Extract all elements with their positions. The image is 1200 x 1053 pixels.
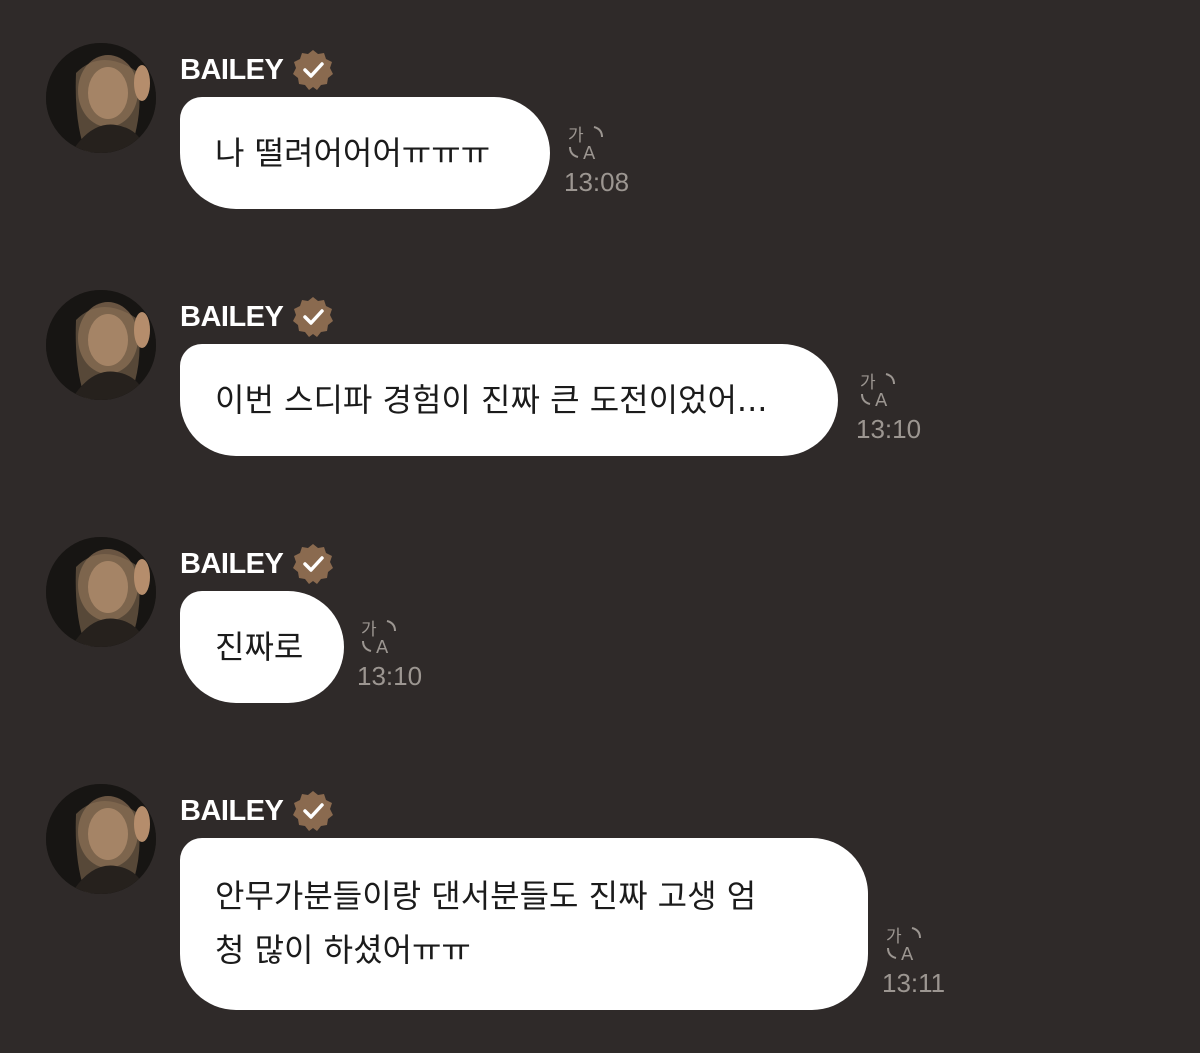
sender-name[interactable]: BAILEY [180, 795, 284, 828]
translate-icon[interactable]: 가 A [359, 617, 399, 657]
avatar[interactable] [46, 290, 156, 400]
sender-row: BAILEY [180, 295, 335, 339]
avatar[interactable] [46, 784, 156, 894]
message-time: 13:11 [882, 968, 946, 998]
message-time: 13:10 [856, 414, 922, 444]
avatar-photo [46, 784, 156, 894]
sender-row: BAILEY [180, 48, 335, 92]
svg-text:A: A [583, 143, 596, 163]
message-text-line: 안무가분들이랑 댄서분들도 진짜 고생 엄 [215, 877, 757, 915]
avatar[interactable] [46, 537, 156, 647]
message-meta: 가 A 13:10 [357, 617, 437, 692]
sender-name[interactable]: BAILEY [180, 301, 284, 334]
svg-text:A: A [875, 390, 888, 410]
translate-icon[interactable]: 가 A [858, 370, 898, 410]
message-bubble[interactable]: 나 떨려어어어ㅠㅠㅠ [180, 97, 550, 209]
verified-badge-icon [293, 791, 334, 831]
avatar-photo [46, 43, 156, 153]
message-meta: 가 A 13:08 [564, 123, 644, 198]
avatar-photo [46, 537, 156, 647]
message-bubble[interactable]: 안무가분들이랑 댄서분들도 진짜 고생 엄 청 많이 하셨어ㅠㅠ [180, 838, 868, 1010]
message-time: 13:08 [564, 167, 630, 197]
translate-icon[interactable]: 가 A [566, 123, 606, 163]
sender-row: BAILEY [180, 542, 335, 586]
translate-icon[interactable]: 가 A [884, 924, 924, 964]
message-bubble[interactable]: 진짜로 [180, 591, 344, 703]
verified-badge-icon [293, 50, 334, 90]
sender-name[interactable]: BAILEY [180, 54, 284, 87]
message-meta: 가 A 13:11 [882, 924, 962, 999]
svg-text:A: A [376, 637, 389, 657]
sender-row: BAILEY [180, 789, 335, 833]
message-time: 13:10 [357, 661, 423, 691]
avatar-photo [46, 290, 156, 400]
message-text-line: 청 많이 하셨어ㅠㅠ [215, 931, 471, 969]
avatar[interactable] [46, 43, 156, 153]
svg-text:A: A [901, 944, 914, 964]
svg-text:가: 가 [568, 126, 584, 146]
svg-text:가: 가 [860, 373, 876, 393]
message-meta: 가 A 13:10 [856, 370, 936, 445]
message-bubble[interactable]: 이번 스디파 경험이 진짜 큰 도전이었어... [180, 344, 838, 456]
svg-text:가: 가 [361, 620, 377, 640]
sender-name[interactable]: BAILEY [180, 548, 284, 581]
svg-text:가: 가 [886, 927, 902, 947]
verified-badge-icon [293, 297, 334, 337]
verified-badge-icon [293, 544, 334, 584]
